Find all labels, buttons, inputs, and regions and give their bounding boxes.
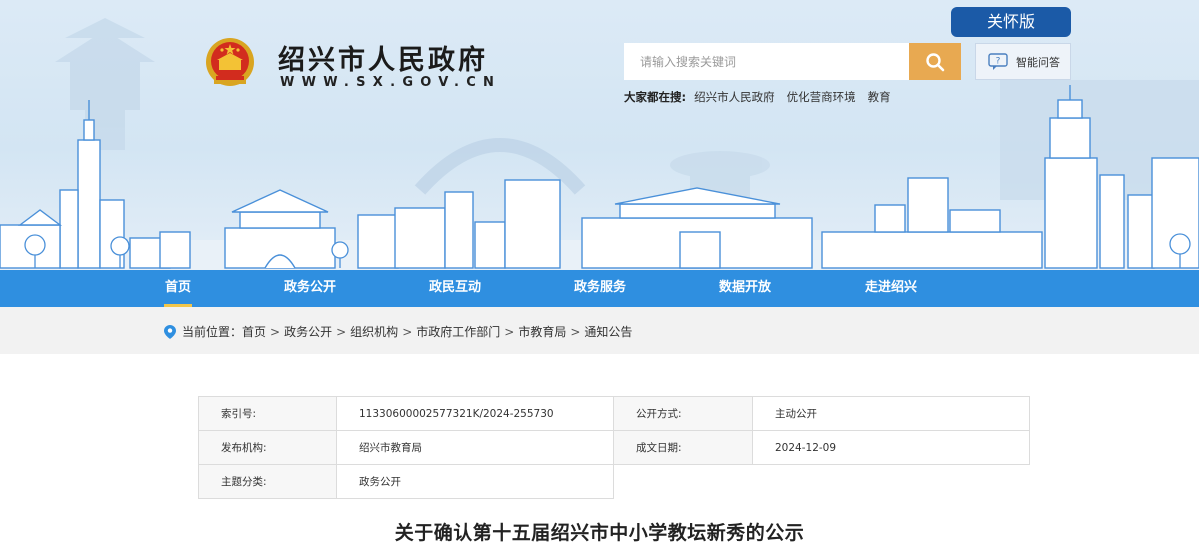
breadcrumb-separator: > xyxy=(570,324,581,339)
document-title: 关于确认第十五届绍兴市中小学教坛新秀的公示 xyxy=(394,522,805,544)
search-button[interactable] xyxy=(909,43,961,80)
table-row: 发布机构: 绍兴市教育局 成文日期: 2024-12-09 xyxy=(198,430,1030,465)
breadcrumb-separator: > xyxy=(504,324,515,339)
hot-search-row: 大家都在搜: 绍兴市人民政府 优化营商环境 教育 xyxy=(624,89,903,105)
city-skyline-illustration xyxy=(0,18,1199,270)
disclosure-label: 公开方式: xyxy=(613,396,753,431)
site-domain: WWW.SX.GOV.CN xyxy=(280,75,502,90)
smart-qa-label: 智能问答 xyxy=(1016,55,1060,69)
breadcrumb-separator: > xyxy=(402,324,413,339)
disclosure-value: 主动公开 xyxy=(752,396,1030,431)
index-label: 索引号: xyxy=(198,396,337,431)
date-label: 成文日期: xyxy=(613,430,753,465)
care-mode-button[interactable]: 关怀版 xyxy=(951,7,1071,37)
table-row: 主题分类: 政务公开 xyxy=(198,464,1030,499)
header-banner: 绍兴市人民政府 WWW.SX.GOV.CN 关怀版 ? 智能问答 大家都在搜: … xyxy=(0,0,1199,270)
topic-value: 政务公开 xyxy=(336,464,614,499)
breadcrumb-item-home[interactable]: 首页 xyxy=(242,323,266,340)
search-icon xyxy=(926,52,945,71)
breadcrumb-label: 当前位置： xyxy=(182,325,243,339)
breadcrumb-separator: > xyxy=(336,324,347,339)
breadcrumb-item-notices[interactable]: 通知公告 xyxy=(584,323,632,340)
empty-cell xyxy=(614,465,1030,499)
nav-item-home[interactable]: 首页 xyxy=(164,270,192,307)
topic-label: 主题分类: xyxy=(198,464,337,499)
site-name: 绍兴市人民政府 xyxy=(278,45,488,76)
hot-keyword[interactable]: 教育 xyxy=(868,89,891,105)
breadcrumb-separator: > xyxy=(270,324,281,339)
breadcrumb-item-departments[interactable]: 市政府工作部门 xyxy=(416,323,500,340)
document-info-table: 索引号: 11330600002577321K/2024-255730 公开方式… xyxy=(198,396,1030,499)
nav-item-about-shaoxing[interactable]: 走进绍兴 xyxy=(863,270,919,307)
breadcrumb-item-organization[interactable]: 组织机构 xyxy=(350,323,398,340)
national-emblem xyxy=(206,38,254,86)
breadcrumb: 当前位置： 首页 > 政务公开 > 组织机构 > 市政府工作部门 > 市教育局 … xyxy=(164,323,632,340)
breadcrumb-item-education-bureau[interactable]: 市教育局 xyxy=(518,323,566,340)
nav-item-gov-affairs[interactable]: 政务公开 xyxy=(282,270,338,307)
nav-item-interaction[interactable]: 政民互动 xyxy=(427,270,483,307)
main-nav: 首页 政务公开 政民互动 政务服务 数据开放 走进绍兴 xyxy=(0,270,1199,307)
hot-search-label: 大家都在搜: xyxy=(624,90,687,104)
publisher-value: 绍兴市教育局 xyxy=(336,430,614,465)
publisher-label: 发布机构: xyxy=(198,430,337,465)
smart-qa-button[interactable]: ? 智能问答 xyxy=(975,43,1071,80)
hot-keyword[interactable]: 优化营商环境 xyxy=(787,89,856,105)
breadcrumb-bar: 当前位置： 首页 > 政务公开 > 组织机构 > 市政府工作部门 > 市教育局 … xyxy=(0,307,1199,354)
svg-text:?: ? xyxy=(996,56,1001,66)
breadcrumb-item-gov-affairs[interactable]: 政务公开 xyxy=(284,323,332,340)
nav-item-services[interactable]: 政务服务 xyxy=(572,270,628,307)
hot-keyword[interactable]: 绍兴市人民政府 xyxy=(694,89,775,105)
nav-item-open-data[interactable]: 数据开放 xyxy=(717,270,773,307)
table-row: 索引号: 11330600002577321K/2024-255730 公开方式… xyxy=(198,396,1030,431)
date-value: 2024-12-09 xyxy=(752,430,1030,465)
search-input[interactable] xyxy=(624,43,910,80)
page: 绍兴市人民政府 WWW.SX.GOV.CN 关怀版 ? 智能问答 大家都在搜: … xyxy=(0,0,1199,548)
index-value: 11330600002577321K/2024-255730 xyxy=(336,396,614,431)
location-pin-icon xyxy=(164,324,176,339)
qa-chat-icon: ? xyxy=(988,52,1008,70)
